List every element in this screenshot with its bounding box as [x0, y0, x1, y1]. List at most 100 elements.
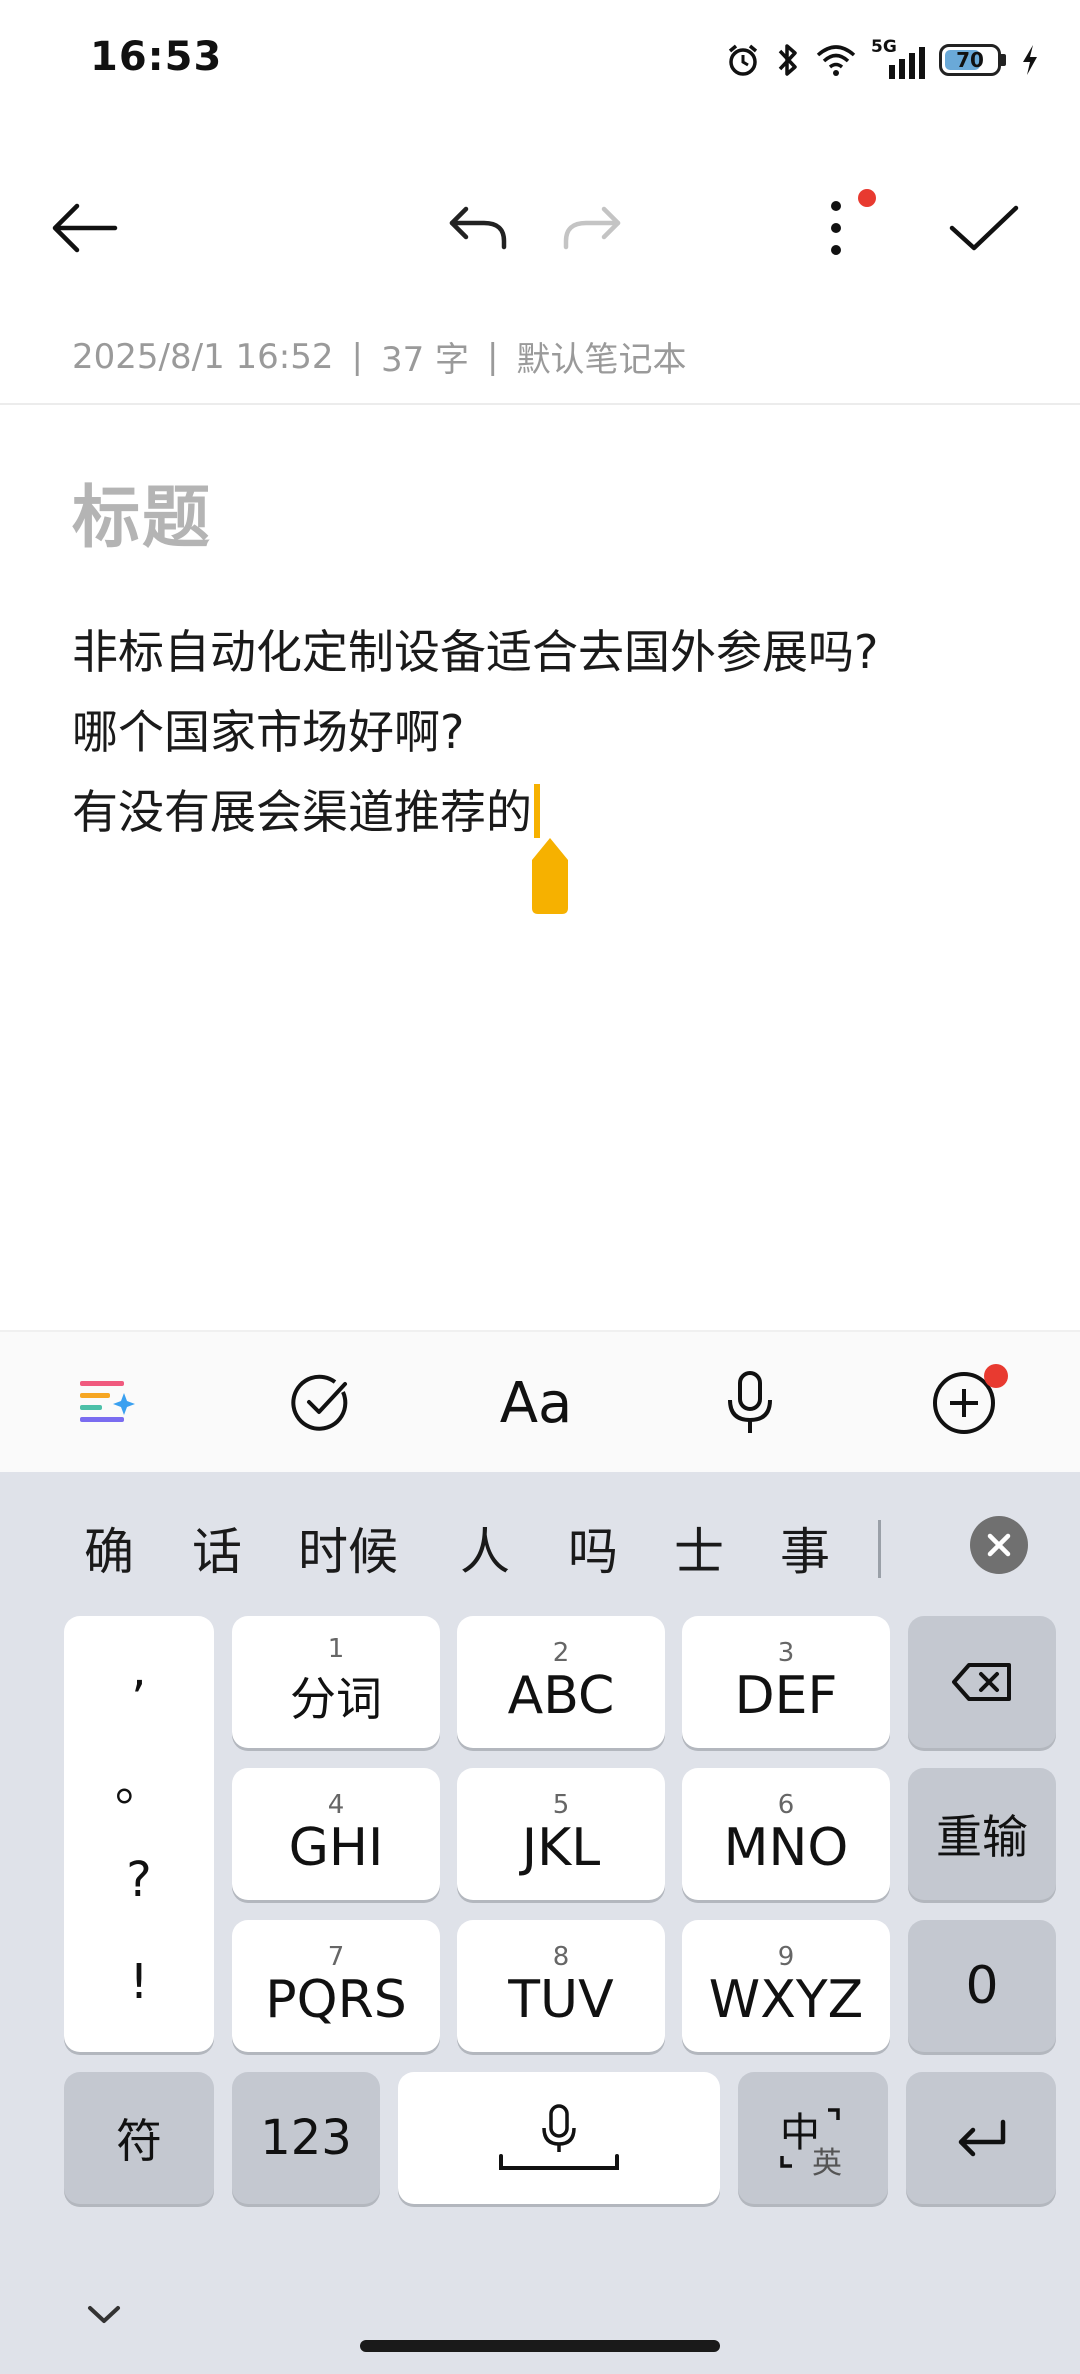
- text-style-label: Aa: [499, 1370, 573, 1436]
- key-number: 9: [777, 1942, 795, 1972]
- reinput-key[interactable]: 重输: [908, 1768, 1056, 1900]
- microphone-icon: [728, 1371, 772, 1433]
- key-label: ABC: [507, 1666, 615, 1726]
- ime-keyboard: 确 话 时候 人 吗 士 事 , 。 ? ! 1 分词 2 ABC 3 DEF …: [0, 1472, 1080, 2374]
- word-count: 37 字: [380, 340, 470, 380]
- key-label: TUV: [508, 1970, 614, 2030]
- todo-checklist-button[interactable]: [262, 1332, 382, 1474]
- cursor-handle[interactable]: [530, 838, 570, 914]
- enter-key[interactable]: [906, 2072, 1056, 2204]
- more-options-badge: [858, 189, 876, 207]
- key-label: PQRS: [265, 1970, 407, 2030]
- candidate-word[interactable]: 确: [84, 1512, 134, 1584]
- punct-exclaim[interactable]: !: [64, 1954, 214, 2010]
- backspace-key[interactable]: [908, 1616, 1056, 1748]
- text-style-button[interactable]: Aa: [476, 1332, 596, 1474]
- key-label: WXYZ: [708, 1970, 864, 2030]
- status-time: 16:53: [90, 34, 223, 80]
- ai-sparkle-icon: [80, 1381, 135, 1422]
- cellular-5g-icon: 5G: [871, 37, 925, 79]
- note-line: 哪个国家市场好啊?: [72, 705, 465, 759]
- key-1[interactable]: 1 分词: [232, 1616, 440, 1748]
- backspace-icon: [952, 1663, 1011, 1701]
- arrow-left-icon: [52, 203, 118, 253]
- note-line: 有没有展会渠道推荐的: [72, 785, 532, 839]
- redo-icon: [563, 206, 621, 250]
- collapse-keyboard-button[interactable]: [74, 2284, 134, 2344]
- key-label: 123: [260, 2110, 352, 2166]
- ai-assist-button[interactable]: [48, 1332, 168, 1474]
- note-meta: 2025/8/1 16:52 | 37 字 | 默认笔记本: [72, 332, 687, 381]
- key-7[interactable]: 7 PQRS: [232, 1920, 440, 2052]
- key-6[interactable]: 6 MNO: [682, 1768, 890, 1900]
- key-number: 6: [777, 1790, 795, 1820]
- meta-separator: |: [351, 336, 363, 377]
- alarm-icon: [728, 44, 758, 76]
- key-4[interactable]: 4 GHI: [232, 1768, 440, 1900]
- more-vertical-icon: [831, 201, 841, 255]
- punct-comma[interactable]: ,: [64, 1642, 214, 1698]
- space-key[interactable]: [398, 2072, 720, 2204]
- note-line: 非标自动化定制设备适合去国外参展吗?: [72, 625, 879, 679]
- status-icons: 5G 70: [725, 37, 1040, 82]
- key-number: 2: [552, 1638, 570, 1668]
- candidate-word[interactable]: 话: [192, 1512, 242, 1584]
- punct-period[interactable]: 。: [64, 1744, 214, 1814]
- punct-question[interactable]: ?: [64, 1852, 214, 1908]
- charging-icon: [1023, 45, 1037, 75]
- close-icon: [987, 1533, 1011, 1557]
- home-indicator[interactable]: [360, 2340, 720, 2352]
- key-label: 0: [965, 1956, 999, 2016]
- back-button[interactable]: [34, 178, 134, 278]
- candidate-word[interactable]: 事: [780, 1512, 830, 1584]
- voice-input-button[interactable]: [690, 1332, 810, 1474]
- candidate-word[interactable]: 时候: [298, 1512, 398, 1584]
- wifi-icon: [816, 45, 856, 76]
- language-switch-key[interactable]: 中 英: [738, 2072, 888, 2204]
- key-8[interactable]: 8 TUV: [457, 1920, 665, 2052]
- candidate-word[interactable]: 吗: [568, 1512, 618, 1584]
- key-number: 7: [327, 1942, 345, 1972]
- key-0[interactable]: 0: [908, 1920, 1056, 2052]
- redo-button[interactable]: [542, 178, 642, 278]
- insert-add-button[interactable]: [904, 1332, 1024, 1474]
- key-number: 5: [552, 1790, 570, 1820]
- key-3[interactable]: 3 DEF: [682, 1616, 890, 1748]
- check-circle-icon: [291, 1374, 348, 1431]
- key-label: JKL: [521, 1818, 601, 1878]
- key-label: GHI: [288, 1818, 384, 1878]
- battery-level: 70: [956, 48, 984, 72]
- key-number: 3: [777, 1638, 795, 1668]
- note-body-editor[interactable]: 非标自动化定制设备适合去国外参展吗? 哪个国家市场好啊? 有没有展会渠道推荐的: [72, 612, 878, 852]
- candidate-word[interactable]: 人: [460, 1512, 510, 1584]
- notebook-selector[interactable]: 默认笔记本: [517, 332, 687, 381]
- battery-indicator: 70: [939, 44, 1006, 76]
- done-button[interactable]: [934, 178, 1034, 278]
- punctuation-column[interactable]: , 。 ? !: [64, 1616, 214, 2052]
- undo-icon: [449, 206, 507, 250]
- key-5[interactable]: 5 JKL: [457, 1768, 665, 1900]
- bluetooth-icon: [778, 44, 797, 76]
- symbol-key[interactable]: 符: [64, 2072, 214, 2204]
- key-number: 8: [552, 1942, 570, 1972]
- key-label: 重输: [936, 1810, 1028, 1864]
- key-label: DEF: [734, 1666, 838, 1726]
- key-label: MNO: [723, 1818, 849, 1878]
- format-toolbar: Aa: [0, 1330, 1080, 1472]
- key-label: 符: [116, 2114, 162, 2168]
- candidate-word[interactable]: 士: [674, 1512, 724, 1584]
- clear-candidates-button[interactable]: [970, 1516, 1028, 1574]
- enter-icon: [958, 2119, 1006, 2157]
- text-cursor: [534, 784, 540, 838]
- numeric-key[interactable]: 123: [232, 2072, 380, 2204]
- note-date: 2025/8/1 16:52: [72, 336, 334, 377]
- key-2[interactable]: 2 ABC: [457, 1616, 665, 1748]
- title-input[interactable]: 标题: [72, 462, 212, 561]
- key-number: 1: [327, 1634, 345, 1664]
- key-9[interactable]: 9 WXYZ: [682, 1920, 890, 2052]
- insert-add-badge: [984, 1364, 1008, 1388]
- checkmark-icon: [949, 205, 1019, 251]
- undo-button[interactable]: [428, 178, 528, 278]
- candidate-separator: [878, 1520, 881, 1578]
- chevron-down-icon: [88, 2306, 120, 2323]
